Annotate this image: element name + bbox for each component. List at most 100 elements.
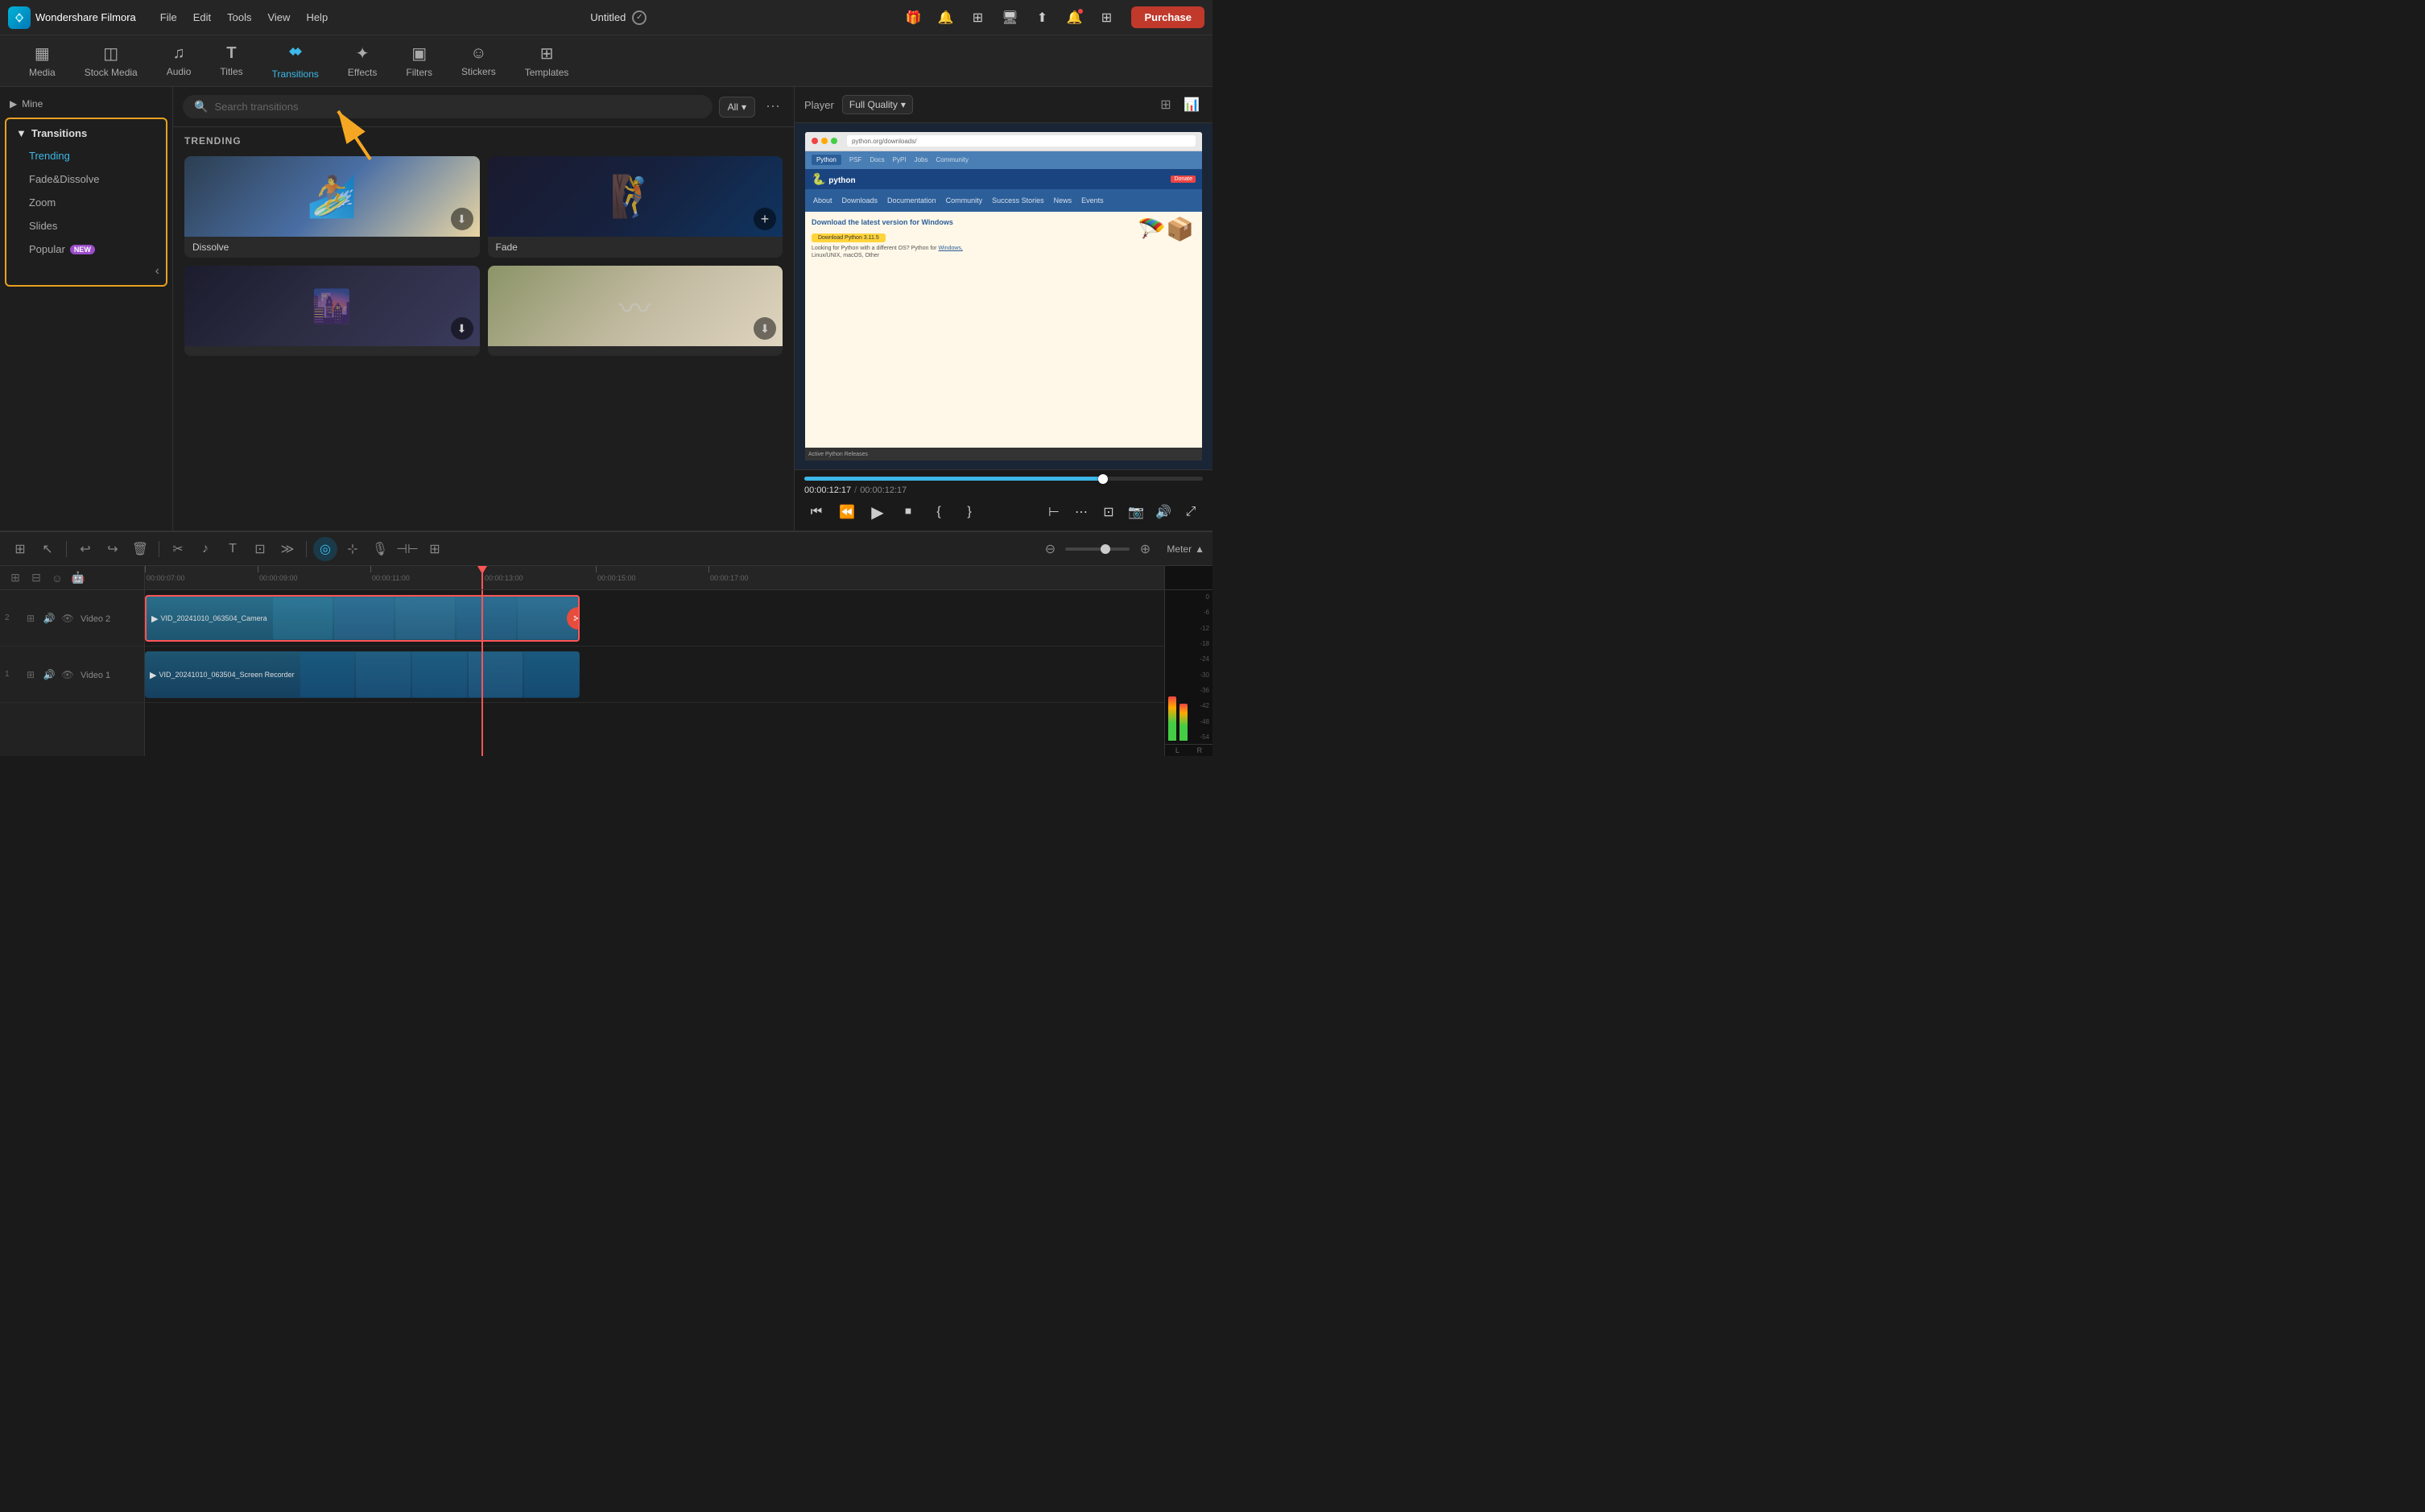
track-2-add-icon[interactable]: ⊞ xyxy=(23,610,39,626)
text-btn[interactable]: T xyxy=(221,537,245,561)
download-icon[interactable]: ⬇ xyxy=(451,208,473,230)
fit-btn[interactable]: ⤢ xyxy=(1179,500,1203,524)
add-icon[interactable]: + xyxy=(754,208,776,230)
zoom-in-btn[interactable]: ⊕ xyxy=(1133,537,1157,561)
split-audio-btn[interactable]: ⊣⊢ xyxy=(395,537,419,561)
cut-btn[interactable]: ✂ xyxy=(166,537,190,561)
search-icon: 🔍 xyxy=(194,100,208,114)
tab-effects[interactable]: ✦ Effects xyxy=(335,39,390,83)
delete-btn[interactable]: 🗑 xyxy=(128,537,152,561)
monitor-icon[interactable]: 🖥 xyxy=(998,6,1022,30)
record-btn[interactable]: 🎙 xyxy=(368,537,392,561)
download-icon-4[interactable]: ⬇ xyxy=(754,317,776,340)
select-tool-btn[interactable]: ↖ xyxy=(35,537,60,561)
tab-titles[interactable]: T Titles xyxy=(207,39,255,82)
expand-btn[interactable]: ⋯ xyxy=(1069,500,1093,524)
menu-tools[interactable]: Tools xyxy=(219,8,259,27)
filter-dropdown[interactable]: All ▾ xyxy=(719,97,755,118)
menu-edit[interactable]: Edit xyxy=(185,8,219,27)
crop-btn[interactable]: ⊡ xyxy=(248,537,272,561)
layout-icon[interactable]: ⊞ xyxy=(1094,6,1118,30)
notification-dot xyxy=(1078,9,1083,14)
redo-btn[interactable]: ↪ xyxy=(101,537,125,561)
stickers-icon: ☺ xyxy=(470,44,486,63)
sidebar-item-fade-dissolve[interactable]: Fade&Dissolve xyxy=(6,167,166,191)
more-options-btn[interactable]: ⋯ xyxy=(762,96,784,118)
track-sticker-icon[interactable]: ☺ xyxy=(48,569,66,587)
track-1-speaker-icon[interactable]: 🔊 xyxy=(41,667,57,683)
tab-transitions[interactable]: Transitions xyxy=(259,38,332,85)
zoom-controls: ⊖ ⊕ xyxy=(1038,537,1157,561)
sidebar-item-slides[interactable]: Slides xyxy=(6,214,166,238)
grid-view-btn[interactable]: ⊞ xyxy=(1155,93,1177,116)
stop-btn[interactable]: ⏹ xyxy=(896,500,920,524)
undo-btn[interactable]: ↩ xyxy=(73,537,97,561)
audio-icon: ♫ xyxy=(173,44,185,63)
ripple-btn[interactable]: ◎ xyxy=(313,537,337,561)
tab-templates[interactable]: ⊞ Templates xyxy=(512,39,582,83)
bell-icon[interactable]: 🔔 xyxy=(1062,6,1086,30)
menu-file[interactable]: File xyxy=(152,8,185,27)
add-track-icon[interactable]: ⊞ xyxy=(6,569,24,587)
meter-arrow-icon: ▲ xyxy=(1195,543,1204,555)
volume-btn[interactable]: 🔊 xyxy=(1151,500,1175,524)
zoom-out-btn[interactable]: ⊖ xyxy=(1038,537,1062,561)
add-track-btn[interactable]: ⊞ xyxy=(8,537,32,561)
sidebar-mine[interactable]: ▶ Mine xyxy=(0,93,172,114)
clip-v1-filmstrip xyxy=(300,651,580,698)
clip-v1[interactable]: ▶ VID_20241010_063504_Screen Recorder xyxy=(145,651,580,698)
tab-filters[interactable]: ▣ Filters xyxy=(393,39,445,83)
search-input[interactable] xyxy=(214,101,700,113)
clip-v2[interactable]: ▶ VID_20241010_063504_Camera ✂ xyxy=(145,595,580,642)
transition-card-fade[interactable]: 🧗 + Fade xyxy=(488,156,783,258)
play-btn[interactable]: ▶ xyxy=(865,500,890,524)
quality-dropdown[interactable]: Full Quality ▾ xyxy=(842,95,913,114)
purchase-button[interactable]: Purchase xyxy=(1131,6,1204,28)
track-1-header: 1 ⊞ 🔊 👁 Video 1 xyxy=(0,647,144,703)
progress-thumb[interactable] xyxy=(1098,474,1108,484)
tab-audio[interactable]: ♫ Audio xyxy=(154,39,204,82)
menu-view[interactable]: View xyxy=(259,8,298,27)
snap-btn[interactable]: ⊹ xyxy=(341,537,365,561)
sidebar-item-trending[interactable]: Trending xyxy=(6,144,166,167)
ruler-mark-0: 00:00:07:00 xyxy=(145,566,185,589)
tab-stock-media[interactable]: ◫ Stock Media xyxy=(72,39,151,83)
track-ai-icon[interactable]: 🤖 xyxy=(69,569,87,587)
grid-icon[interactable]: ⊞ xyxy=(965,6,989,30)
zoom-slider[interactable] xyxy=(1065,547,1130,551)
track-2-speaker-icon[interactable]: 🔊 xyxy=(41,610,57,626)
mark-in-btn[interactable]: { xyxy=(927,500,951,524)
share-icon[interactable]: 🔔 xyxy=(933,6,957,30)
tab-stickers[interactable]: ☺ Stickers xyxy=(448,39,509,82)
waveform-view-btn[interactable]: 📊 xyxy=(1180,93,1203,116)
tab-media[interactable]: ▦ Media xyxy=(16,39,68,83)
add-media-btn[interactable]: ⊞ xyxy=(423,537,447,561)
expand2-btn[interactable]: ≫ xyxy=(275,537,300,561)
transition-card-4[interactable]: 〰 ⬇ xyxy=(488,266,783,356)
mark-out-btn[interactable]: } xyxy=(957,500,981,524)
track-1-eye-icon[interactable]: 👁 xyxy=(60,667,76,683)
track-2-label: Video 2 xyxy=(81,614,110,624)
download-icon-3[interactable]: ⬇ xyxy=(451,317,473,340)
track-1-add-icon[interactable]: ⊞ xyxy=(23,667,39,683)
transition-card-dissolve[interactable]: 🏄 ⬇ Dissolve xyxy=(184,156,480,258)
sidebar-collapse-btn[interactable]: ‹ xyxy=(155,264,159,279)
sidebar-item-zoom[interactable]: Zoom xyxy=(6,191,166,214)
upload-icon[interactable]: ⬆ xyxy=(1030,6,1054,30)
prev-tab-community: Jobs xyxy=(915,156,928,163)
track-caption-icon[interactable]: ⊟ xyxy=(27,569,45,587)
step-back-btn[interactable]: ⏮ xyxy=(804,500,828,524)
gift-icon[interactable]: 🎁 xyxy=(901,6,925,30)
track-2-eye-icon[interactable]: 👁 xyxy=(60,610,76,626)
snapshot-btn[interactable]: 📷 xyxy=(1124,500,1148,524)
transition-card-3[interactable]: 🌆 ⬇ xyxy=(184,266,480,356)
prev-frame-left-btn[interactable]: ⊢ xyxy=(1042,500,1066,524)
sidebar-item-popular[interactable]: Popular NEW xyxy=(6,238,166,261)
clip-v2-filmstrip xyxy=(272,597,578,640)
frame-back-btn[interactable]: ⏪ xyxy=(835,500,859,524)
menu-help[interactable]: Help xyxy=(298,8,336,27)
sidebar-category-header[interactable]: ▼ Transitions xyxy=(6,122,166,144)
audio-snap-btn[interactable]: ♪ xyxy=(193,537,217,561)
progress-bar[interactable] xyxy=(804,477,1203,481)
fullscreen-btn[interactable]: ⊡ xyxy=(1097,500,1121,524)
